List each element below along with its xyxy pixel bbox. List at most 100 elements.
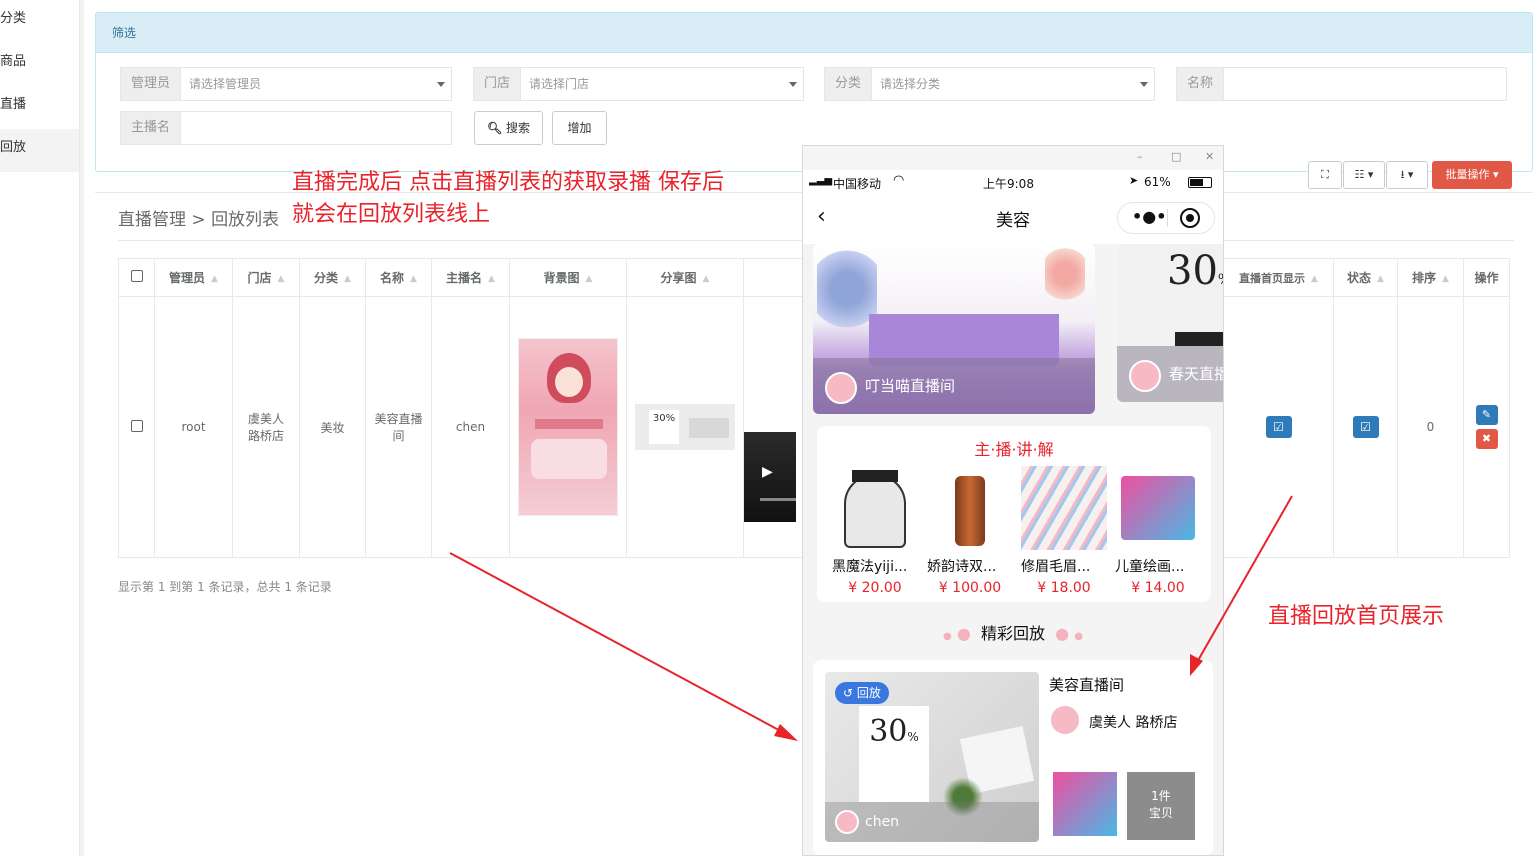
sort-icon: ▲︎ xyxy=(702,273,710,284)
play-icon[interactable]: ▶︎ xyxy=(762,464,773,480)
product-item[interactable]: 娇韵诗双... ¥ 100.00 xyxy=(927,466,1013,596)
category-label: 分类 xyxy=(825,68,873,100)
sort-icon: ▲︎ xyxy=(585,273,593,284)
anchor-input[interactable] xyxy=(181,112,451,144)
name-label: 名称 xyxy=(1177,68,1225,100)
edit-icon: ✎︎ xyxy=(1481,408,1492,421)
col-admin[interactable]: 管理员 ▲︎ xyxy=(154,258,233,297)
annotation-right: 直播回放首页展示 xyxy=(1268,604,1445,629)
text-box-shape xyxy=(531,439,607,479)
sort-icon: ▲︎ xyxy=(410,273,417,284)
breadcrumb-sep: > xyxy=(191,210,206,230)
carrier: 中国移动 xyxy=(833,177,882,191)
product-image-bag xyxy=(832,466,918,550)
product-item[interactable]: 修眉毛眉... ¥ 18.00 xyxy=(1021,466,1107,596)
col-status[interactable]: 状态 ▲︎ xyxy=(1333,258,1398,297)
phone-preview: – □ ✕ ▂▃▅ 中国移动 ◠ 上午9:08 ➤ 61% ‹ 美容 •●• 叮… xyxy=(802,145,1224,856)
col-anchor[interactable]: 主播名 ▲︎ xyxy=(431,258,510,297)
anchor-field[interactable]: 主播名 xyxy=(120,111,452,145)
add-button[interactable]: 增加 xyxy=(552,111,607,145)
share-image[interactable]: 30% xyxy=(635,404,735,450)
more-icon[interactable]: •●• xyxy=(1132,207,1166,226)
columns-button[interactable]: ☷ ▾ xyxy=(1343,161,1385,189)
progress-bar[interactable] xyxy=(760,498,796,501)
sidebar-item-category[interactable]: 分类 xyxy=(0,0,79,43)
chevron-down-icon xyxy=(1140,82,1148,87)
replay-product-count[interactable]: 1件 宝贝 xyxy=(1127,772,1195,840)
name-field[interactable]: 名称 xyxy=(1176,67,1507,101)
poster-card: 30% xyxy=(859,706,929,802)
name-input[interactable] xyxy=(1224,68,1506,100)
breadcrumb-root[interactable]: 直播管理 xyxy=(118,210,186,230)
col-store[interactable]: 门店 ▲︎ xyxy=(232,258,300,297)
row-select-cell xyxy=(118,296,155,558)
download-icon: ⭳ ▾ xyxy=(1400,168,1414,181)
live-card-2[interactable]: 30% 春天直播 xyxy=(1117,244,1223,402)
delete-button[interactable]: ✖︎ xyxy=(1475,429,1498,449)
cell-status: ☑︎ xyxy=(1333,296,1398,558)
col-background[interactable]: 背景图 ▲︎ xyxy=(509,258,627,297)
fullscreen-button[interactable]: ⛶ xyxy=(1308,161,1342,189)
chevron-down-icon xyxy=(789,82,797,87)
cell-store: 虞美人路桥店 xyxy=(232,296,300,558)
banner-shape xyxy=(535,419,603,429)
store-placeholder[interactable]: 请选择门店 xyxy=(521,68,803,100)
admin-placeholder[interactable]: 请选择管理员 xyxy=(181,68,451,100)
cell-home-display: ☑︎ xyxy=(1223,296,1334,558)
minimize-icon[interactable]: – xyxy=(1137,150,1143,163)
col-name[interactable]: 名称 ▲︎ xyxy=(365,258,432,297)
col-share[interactable]: 分享图 ▲︎ xyxy=(626,258,744,297)
flower-shape-right xyxy=(1045,244,1085,304)
replay-icon: ↺ xyxy=(843,686,854,700)
target-icon[interactable] xyxy=(1180,208,1200,228)
sort-icon: ▲︎ xyxy=(211,273,218,284)
sidebar-item-replay[interactable]: 回放 xyxy=(0,129,79,172)
battery-level: 61% xyxy=(1144,175,1171,189)
sort-icon: ▲︎ xyxy=(1311,273,1318,284)
batch-button[interactable]: 批量操作 ▾ xyxy=(1432,161,1512,189)
flower-shape xyxy=(817,244,877,334)
chevron-down-icon: ▾ xyxy=(1492,168,1499,181)
poster-button xyxy=(1175,332,1223,346)
product-image-serum xyxy=(927,466,1013,550)
replay-card[interactable]: ↺ 回放 30% chen 美容直播间 虞美人 路桥店 1件 宝贝 xyxy=(813,660,1213,855)
maximize-icon[interactable]: □ xyxy=(1171,150,1181,163)
sidebar-item-live[interactable]: 直播 xyxy=(0,86,79,129)
store-logo-icon xyxy=(825,372,857,404)
product-item[interactable]: 黑魔法yiji... ¥ 20.00 xyxy=(832,466,918,596)
live-card-1[interactable]: 叮当喵直播间 xyxy=(813,244,1095,414)
edit-button[interactable]: ✎︎ xyxy=(1475,405,1498,425)
product-image-toy xyxy=(1115,466,1201,550)
category-select[interactable]: 分类 请选择分类 xyxy=(824,67,1155,101)
admin-select[interactable]: 管理员 请选择管理员 xyxy=(120,67,452,101)
sort-icon: ▲︎ xyxy=(488,273,495,284)
breadcrumb: 直播管理 > 回放列表 xyxy=(118,205,279,230)
close-icon[interactable]: ✕ xyxy=(1205,150,1214,163)
product-image-pens xyxy=(1021,466,1107,550)
export-button[interactable]: ⭳ ▾ xyxy=(1386,161,1428,189)
col-home-display[interactable]: 直播首页显示 ▲︎ xyxy=(1223,258,1334,297)
cell-category: 美妆 xyxy=(299,296,366,558)
background-image[interactable] xyxy=(518,338,618,516)
col-category[interactable]: 分类 ▲︎ xyxy=(299,258,366,297)
row-checkbox[interactable] xyxy=(130,419,143,432)
check-square-icon[interactable]: ☑︎ xyxy=(1265,416,1292,438)
select-all-checkbox[interactable] xyxy=(130,270,143,282)
replay-product-thumb[interactable] xyxy=(1053,772,1117,836)
col-sort[interactable]: 排序 ▲︎ xyxy=(1397,258,1464,297)
category-placeholder[interactable]: 请选择分类 xyxy=(872,68,1154,100)
check-square-icon[interactable]: ☑︎ xyxy=(1352,416,1379,438)
poster-card: 30% xyxy=(649,410,679,444)
sort-icon: ▲︎ xyxy=(344,273,351,284)
poster-text: 30% xyxy=(1167,248,1223,294)
search-button[interactable]: 🔍︎ 搜索 xyxy=(474,111,543,145)
clock: 上午9:08 xyxy=(983,177,1034,191)
sidebar-item-goods[interactable]: 商品 xyxy=(0,43,79,86)
store-select[interactable]: 门店 请选择门店 xyxy=(473,67,804,101)
cell-share: 30% xyxy=(626,296,744,558)
product-item[interactable]: 儿童绘画... ¥ 14.00 xyxy=(1115,466,1201,596)
col-actions: 操作 xyxy=(1463,258,1510,297)
video-player[interactable]: ▶︎ xyxy=(744,432,796,522)
annotation-top-line1: 直播完成后 点击直播列表的获取录播 保存后 xyxy=(292,170,724,195)
replay-cover[interactable]: ↺ 回放 30% chen xyxy=(825,672,1039,842)
